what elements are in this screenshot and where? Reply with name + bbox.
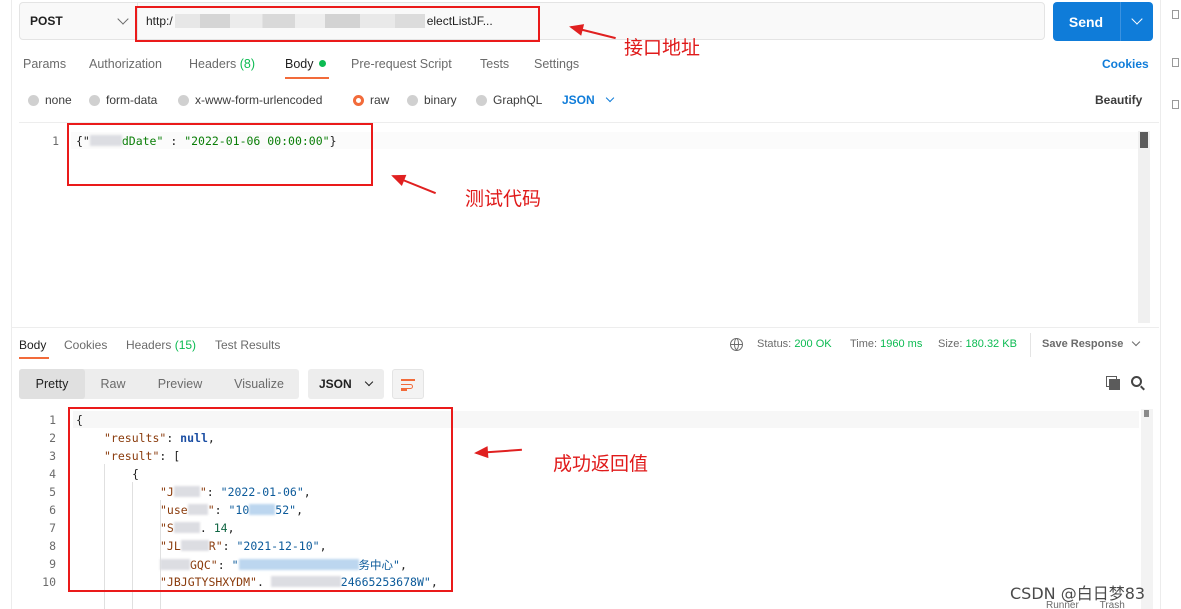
right-rail xyxy=(1160,0,1161,609)
radio-raw[interactable]: raw xyxy=(353,93,389,107)
active-dot-icon xyxy=(318,60,326,67)
line-number: 1 xyxy=(52,134,59,148)
size-value: 180.32 KB xyxy=(965,338,1017,350)
editor-scrollbar[interactable] xyxy=(1138,131,1150,323)
line-number: 10 xyxy=(42,575,56,589)
chevron-down-icon xyxy=(1132,337,1141,347)
runner-button[interactable]: Runner xyxy=(1046,600,1079,609)
radio-icon xyxy=(178,94,189,106)
status-value: 200 OK xyxy=(794,338,832,350)
test-code-highlight-box xyxy=(67,123,373,186)
tab-settings[interactable]: Settings xyxy=(534,57,579,71)
line-number: 5 xyxy=(49,485,56,499)
resp-tab-cookies[interactable]: Cookies xyxy=(64,338,107,352)
cookies-link[interactable]: Cookies xyxy=(1102,57,1149,71)
tab-headers[interactable]: Headers (8) xyxy=(189,57,255,71)
response-divider xyxy=(11,327,1159,328)
send-button-label: Send xyxy=(1068,13,1104,30)
panel-icon[interactable] xyxy=(1172,100,1179,109)
tab-authorization[interactable]: Authorization xyxy=(89,57,162,71)
chevron-down-icon[interactable] xyxy=(1131,13,1143,25)
response-view-modes: Pretty Raw Preview Visualize xyxy=(19,369,299,399)
panel-icon[interactable] xyxy=(1172,58,1179,67)
line-number: 4 xyxy=(49,467,56,481)
view-mode-preview[interactable]: Preview xyxy=(141,369,219,399)
size-info: Size: 180.32 KB xyxy=(938,338,1017,350)
radio-x-www-form-urlencoded[interactable]: x-www-form-urlencoded xyxy=(178,93,322,107)
tab-params[interactable]: Params xyxy=(23,57,66,71)
radio-selected-icon xyxy=(353,94,364,106)
headers-count: (8) xyxy=(239,57,256,71)
tab-pre-request-script[interactable]: Pre-request Script xyxy=(351,57,452,71)
copy-icon-back xyxy=(1109,379,1120,390)
annotation-url: 接口地址 xyxy=(624,37,701,59)
response-scroll-thumb[interactable] xyxy=(1144,410,1149,417)
line-number: 8 xyxy=(49,539,56,553)
view-mode-visualize[interactable]: Visualize xyxy=(219,369,299,399)
line-number: 6 xyxy=(49,503,56,517)
response-format-select[interactable]: JSON xyxy=(308,369,384,399)
resp-tab-test-results[interactable]: Test Results xyxy=(215,338,280,352)
editor-scroll-thumb[interactable] xyxy=(1140,132,1148,148)
globe-icon[interactable] xyxy=(730,338,743,351)
time-value: 1960 ms xyxy=(880,338,923,350)
annotation-test-code: 测试代码 xyxy=(465,188,542,210)
radio-icon xyxy=(407,94,418,106)
status-divider xyxy=(1030,333,1031,357)
resp-tab-body-underline xyxy=(19,357,49,359)
body-format-select[interactable]: JSON xyxy=(562,93,614,107)
left-rail xyxy=(11,0,12,609)
response-highlight-box xyxy=(68,407,453,592)
radio-icon xyxy=(89,94,100,106)
search-icon-handle xyxy=(1140,385,1145,391)
line-number: 3 xyxy=(49,449,56,463)
radio-icon xyxy=(28,94,39,106)
chevron-down-icon xyxy=(605,93,614,103)
view-mode-pretty[interactable]: Pretty xyxy=(19,369,85,399)
beautify-link[interactable]: Beautify xyxy=(1095,93,1142,107)
method-label: POST xyxy=(30,14,63,28)
line-number: 2 xyxy=(49,431,56,445)
status-info: Status: 200 OK xyxy=(757,338,832,350)
line-number: 7 xyxy=(49,521,56,535)
tab-tests[interactable]: Tests xyxy=(480,57,509,71)
send-button[interactable]: Send xyxy=(1053,2,1153,41)
time-info: Time: 1960 ms xyxy=(850,338,923,350)
resp-tab-headers[interactable]: Headers (15) xyxy=(126,338,196,352)
method-select[interactable]: POST xyxy=(20,3,138,39)
radio-form-data[interactable]: form-data xyxy=(89,93,157,107)
view-mode-raw[interactable]: Raw xyxy=(85,369,141,399)
send-button-divider xyxy=(1120,2,1121,41)
annotation-success: 成功返回值 xyxy=(553,453,649,475)
bottom-bar: Runner Trash xyxy=(1010,600,1125,609)
tab-body-underline xyxy=(285,77,329,79)
line-number: 9 xyxy=(49,557,56,571)
wrap-lines-button[interactable] xyxy=(392,369,424,399)
chevron-down-icon xyxy=(117,13,129,25)
line-number: 1 xyxy=(49,413,56,427)
chevron-down-icon xyxy=(364,377,373,387)
resp-tab-body[interactable]: Body xyxy=(19,338,46,352)
radio-icon xyxy=(476,94,487,106)
save-response-button[interactable]: Save Response xyxy=(1042,337,1141,350)
radio-graphql[interactable]: GraphQL xyxy=(476,93,542,107)
panel-icon[interactable] xyxy=(1172,10,1179,19)
tab-body[interactable]: Body xyxy=(285,57,326,71)
url-highlight-box xyxy=(135,6,540,42)
resp-headers-count: (15) xyxy=(174,338,197,352)
radio-none[interactable]: none xyxy=(28,93,72,107)
radio-binary[interactable]: binary xyxy=(407,93,457,107)
response-scrollbar[interactable] xyxy=(1141,409,1153,609)
wrap-icon xyxy=(401,379,415,381)
trash-button[interactable]: Trash xyxy=(1100,600,1125,609)
